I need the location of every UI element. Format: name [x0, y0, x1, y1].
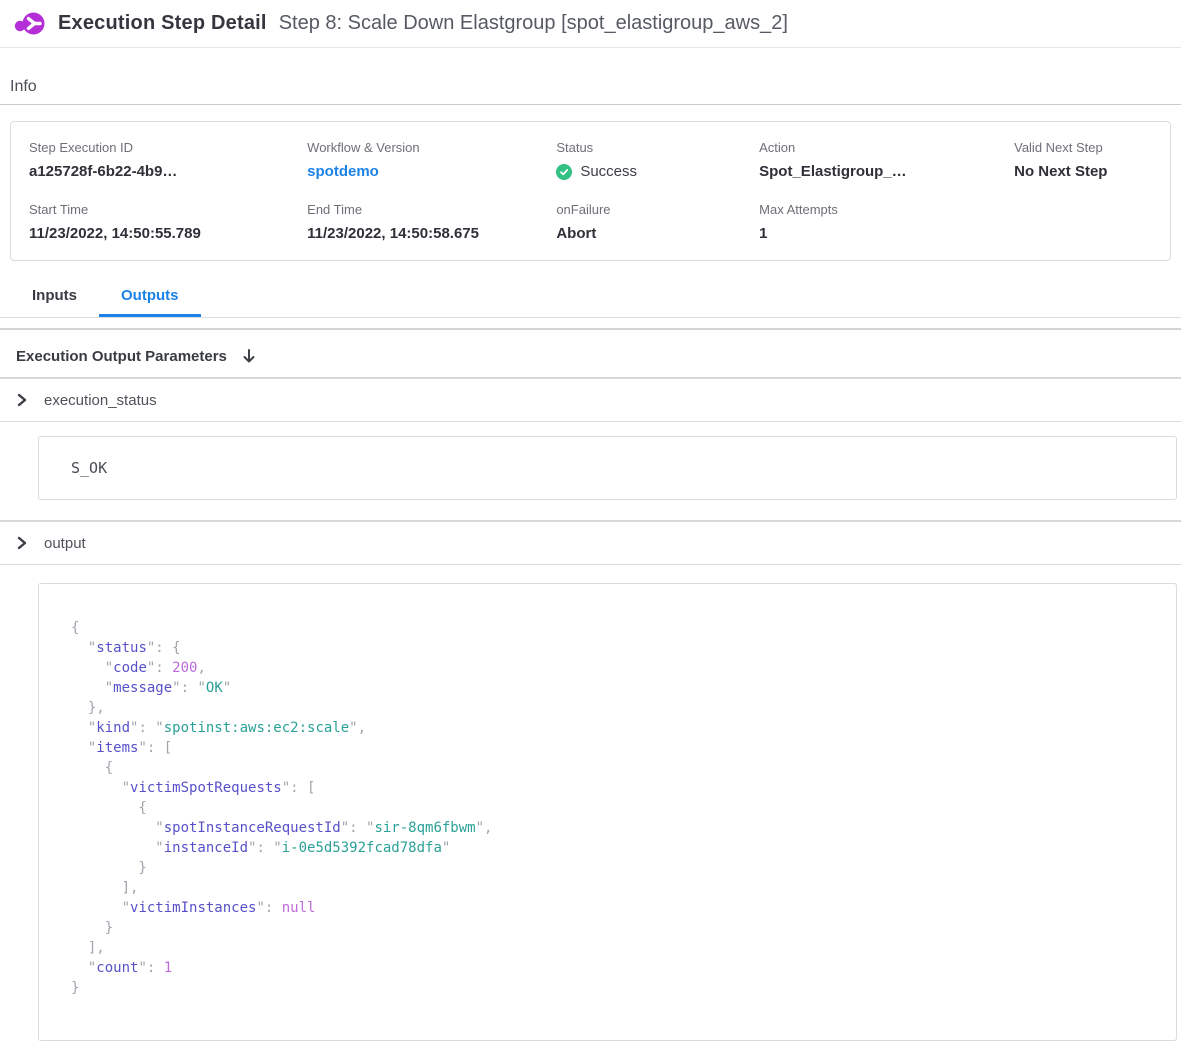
- field-value: No Next Step: [1014, 163, 1160, 180]
- tab-outputs[interactable]: Outputs: [99, 275, 201, 317]
- info-card: Step Execution ID a125728f-6b22-4b9… Wor…: [10, 121, 1171, 261]
- execution-status-value: S_OK: [71, 459, 107, 477]
- field-value: 11/23/2022, 14:50:55.789: [29, 225, 279, 242]
- field-end-time: End Time 11/23/2022, 14:50:58.675: [289, 198, 538, 242]
- field-step-execution-id: Step Execution ID a125728f-6b22-4b9…: [11, 136, 289, 180]
- download-arrow-icon[interactable]: [241, 348, 257, 365]
- success-check-icon: [556, 164, 572, 180]
- field-label: Valid Next Step: [1014, 140, 1160, 155]
- field-max-attempts: Max Attempts 1: [741, 198, 996, 242]
- field-workflow-version: Workflow & Version spotdemo: [289, 136, 538, 180]
- param-name-output: output: [44, 535, 86, 552]
- field-label: Step Execution ID: [29, 140, 279, 155]
- field-action: Action Spot_Elastigroup_…: [741, 136, 996, 180]
- field-label: Max Attempts: [759, 202, 986, 217]
- execution-status-value-box: S_OK: [38, 436, 1177, 500]
- field-label: Status: [556, 140, 731, 155]
- page-subtitle: Step 8: Scale Down Elastgroup [spot_elas…: [279, 12, 788, 35]
- execution-status-value-wrap: S_OK: [0, 436, 1181, 522]
- resolve-branch-logo-icon: [14, 9, 46, 39]
- param-row-execution-status[interactable]: execution_status: [0, 379, 1181, 422]
- field-value: Spot_Elastigroup_…: [759, 163, 986, 180]
- output-json-code-block: { "status": { "code": 200, "message": "O…: [38, 583, 1177, 1041]
- page-title: Execution Step Detail: [58, 12, 267, 35]
- app-header: Execution Step Detail Step 8: Scale Down…: [0, 0, 1181, 48]
- status-badge: Success: [556, 163, 731, 180]
- field-start-time: Start Time 11/23/2022, 14:50:55.789: [11, 198, 289, 242]
- tab-inputs[interactable]: Inputs: [10, 275, 99, 317]
- chevron-right-icon[interactable]: [16, 393, 28, 407]
- field-value: Abort: [556, 225, 731, 242]
- execution-output-parameters-title: Execution Output Parameters: [16, 348, 227, 365]
- status-text: Success: [580, 163, 637, 180]
- field-empty: [996, 198, 1170, 242]
- field-status: Status Success: [538, 136, 741, 180]
- info-section-heading: Info: [0, 48, 1181, 105]
- workflow-link[interactable]: spotdemo: [307, 163, 528, 180]
- field-value: 11/23/2022, 14:50:58.675: [307, 225, 528, 242]
- param-name-execution-status: execution_status: [44, 392, 157, 409]
- field-label: Workflow & Version: [307, 140, 528, 155]
- field-value: a125728f-6b22-4b9…: [29, 163, 279, 180]
- param-row-output[interactable]: output: [0, 522, 1181, 565]
- field-label: End Time: [307, 202, 528, 217]
- execution-output-parameters-header: Execution Output Parameters: [0, 330, 1181, 379]
- field-onfailure: onFailure Abort: [538, 198, 741, 242]
- inputs-outputs-tabs: Inputs Outputs: [0, 275, 1181, 318]
- field-value: 1: [759, 225, 986, 242]
- section-separator: [0, 318, 1181, 330]
- field-valid-next-step: Valid Next Step No Next Step: [996, 136, 1170, 180]
- field-label: Start Time: [29, 202, 279, 217]
- field-label: Action: [759, 140, 986, 155]
- field-label: onFailure: [556, 202, 731, 217]
- chevron-right-icon[interactable]: [16, 536, 28, 550]
